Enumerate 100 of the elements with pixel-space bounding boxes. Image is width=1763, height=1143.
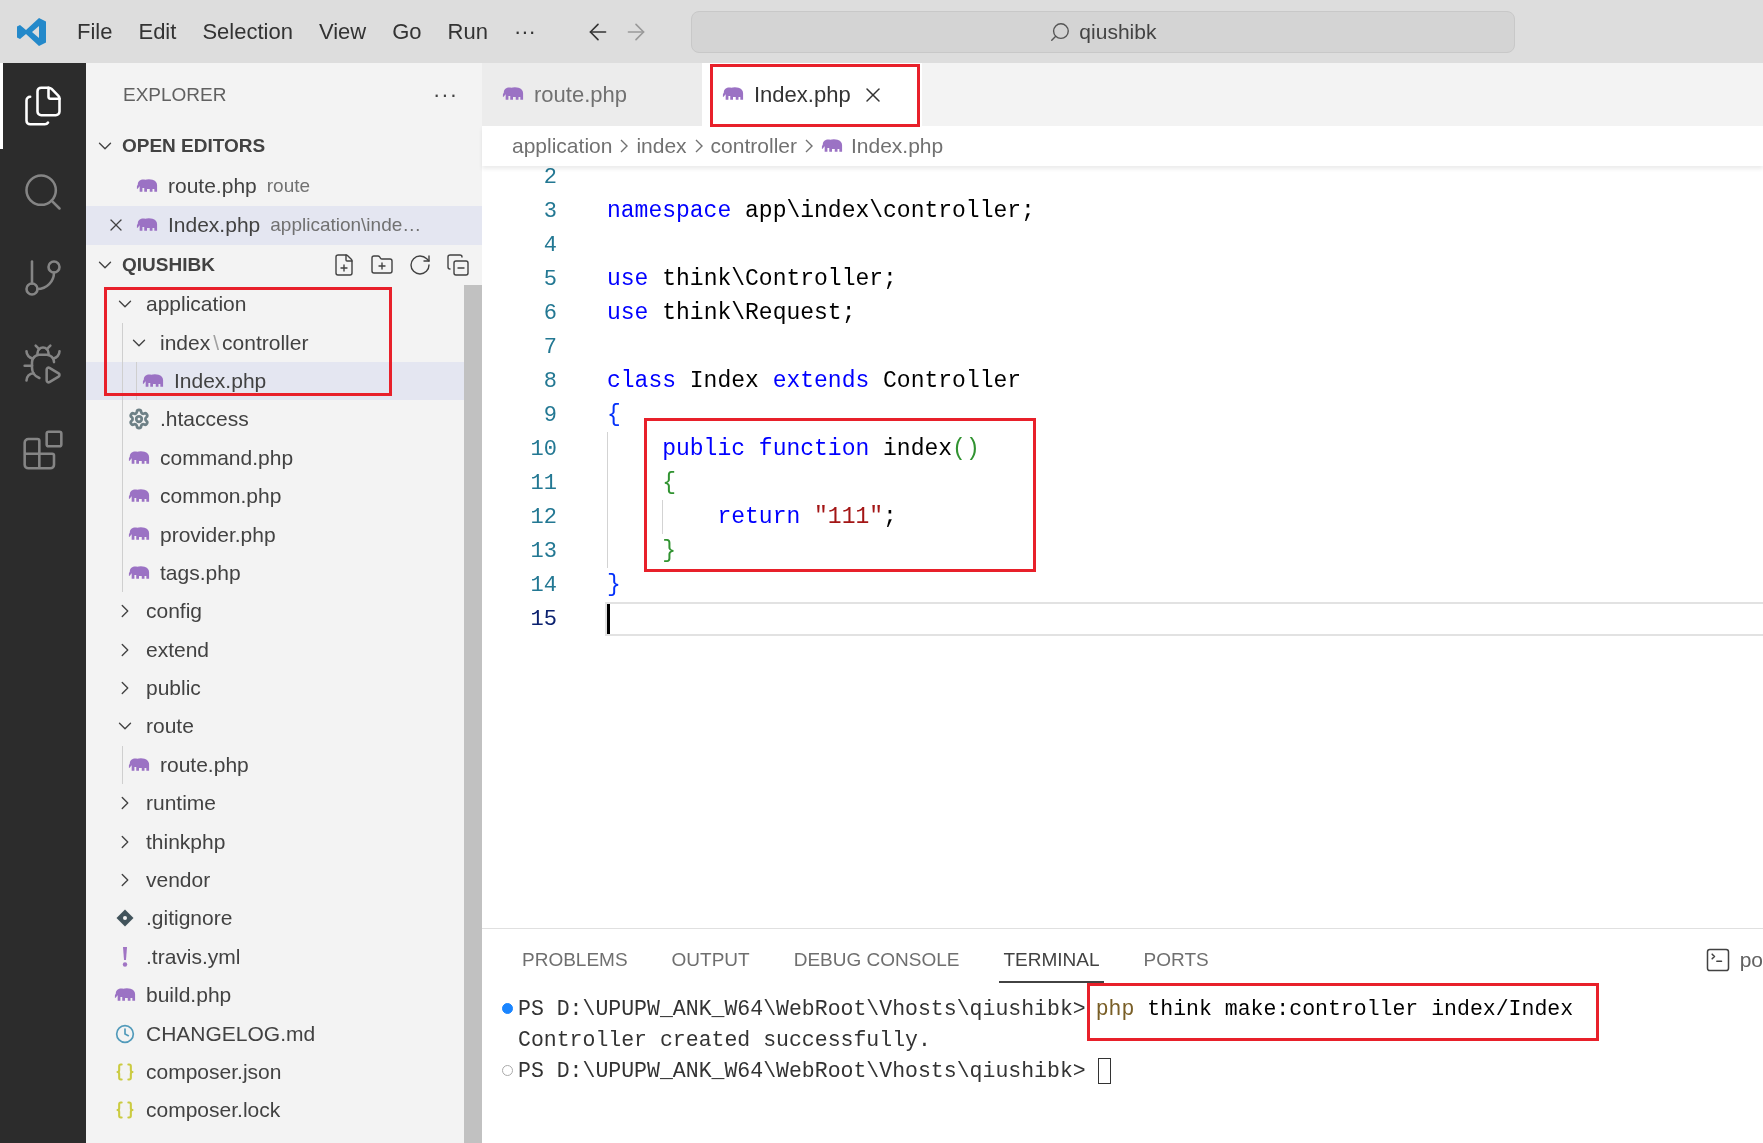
breadcrumb-item[interactable]: index bbox=[636, 134, 687, 158]
line-number: 15 bbox=[529, 606, 557, 632]
tree-item[interactable]: public bbox=[86, 668, 464, 708]
panel-tab[interactable]: OUTPUT bbox=[667, 937, 754, 983]
line-number: 8 bbox=[542, 368, 557, 394]
tree-item[interactable]: .htaccess bbox=[86, 400, 464, 439]
code-line: use think\Controller; bbox=[607, 266, 897, 292]
menu-item[interactable]: ··· bbox=[500, 18, 549, 45]
tree-item[interactable]: provider.php bbox=[86, 515, 464, 554]
new-file-icon[interactable] bbox=[332, 253, 356, 277]
php-elephant-icon bbox=[128, 487, 150, 505]
line-number: 11 bbox=[529, 470, 557, 496]
section-header[interactable]: QIUSHIBK bbox=[86, 245, 482, 285]
terminal-prompt: PS D:\UPUPW_ANK_W64\WebRoot\Vhosts\qiushibk> bbox=[518, 996, 1086, 1021]
tree-item[interactable]: .travis.yml bbox=[86, 937, 464, 977]
tree-item[interactable]: composer.lock bbox=[86, 1091, 464, 1130]
open-editor-item[interactable]: route.php route bbox=[86, 166, 482, 206]
tree-item[interactable]: common.php bbox=[86, 476, 464, 516]
tree-item[interactable]: .gitignore bbox=[86, 899, 464, 938]
code-line: return "111"; bbox=[716, 504, 897, 530]
sidebar-title: EXPLORER bbox=[123, 83, 227, 106]
line-number: 3 bbox=[542, 198, 557, 224]
code-line: } bbox=[607, 572, 621, 598]
php-elephant-icon bbox=[142, 372, 164, 390]
tree-item[interactable]: application bbox=[86, 285, 464, 324]
code-line: use think\Request; bbox=[607, 300, 856, 326]
breadcrumb-item[interactable]: controller bbox=[710, 134, 797, 158]
text-cursor bbox=[607, 604, 610, 634]
php-elephant-icon bbox=[502, 86, 524, 103]
clock-icon bbox=[115, 1023, 135, 1044]
tree-item[interactable]: route.php bbox=[86, 745, 464, 785]
tree-item[interactable]: thinkphp bbox=[86, 822, 464, 861]
tree-item[interactable]: route bbox=[86, 707, 464, 746]
exclamation-icon bbox=[120, 945, 130, 968]
line-number: 6 bbox=[542, 300, 557, 326]
tree-item[interactable]: composer.json bbox=[86, 1052, 464, 1092]
line-number: 7 bbox=[542, 334, 557, 360]
search-icon bbox=[1049, 20, 1072, 43]
line-number: 5 bbox=[542, 266, 557, 292]
section-header[interactable]: OPEN EDITORS bbox=[86, 126, 482, 166]
menu-item[interactable]: Edit bbox=[125, 18, 190, 45]
code-line: public function index() bbox=[661, 436, 980, 462]
tree-item[interactable]: command.php bbox=[86, 438, 464, 477]
line-number: 4 bbox=[542, 232, 557, 258]
php-elephant-icon bbox=[722, 86, 744, 103]
panel-tab[interactable]: DEBUG CONSOLE bbox=[789, 937, 964, 983]
shell-label[interactable]: po bbox=[1739, 948, 1763, 972]
gear-icon bbox=[128, 408, 150, 431]
collapse-all-icon[interactable] bbox=[446, 253, 470, 277]
line-number: 10 bbox=[529, 436, 557, 462]
php-elephant-icon bbox=[128, 756, 150, 774]
tree-item[interactable]: tags.php bbox=[86, 553, 464, 593]
tree-item[interactable]: CHANGELOG.md bbox=[86, 1014, 464, 1053]
tree-item[interactable]: vendor bbox=[86, 860, 464, 900]
panel-tab[interactable]: PORTS bbox=[1139, 937, 1213, 983]
menu-item[interactable]: Run bbox=[434, 18, 501, 45]
chevron-right-icon bbox=[620, 139, 629, 153]
extensions-icon bbox=[21, 428, 65, 472]
code-line: } bbox=[661, 538, 676, 564]
php-elephant-icon bbox=[136, 177, 158, 194]
new-folder-icon[interactable] bbox=[370, 253, 394, 277]
tree-item[interactable]: extend bbox=[86, 630, 464, 669]
code-line: { bbox=[607, 402, 621, 428]
refresh-icon[interactable] bbox=[408, 253, 432, 277]
php-elephant-icon bbox=[128, 449, 150, 466]
search-field[interactable]: qiushibk bbox=[690, 10, 1515, 53]
line-number: 12 bbox=[529, 504, 557, 530]
line-number: 13 bbox=[529, 538, 557, 564]
editor-logo bbox=[16, 15, 48, 48]
menu-item[interactable]: View bbox=[305, 18, 380, 45]
line-number: 9 bbox=[542, 402, 557, 428]
panel-tab[interactable]: PROBLEMS bbox=[518, 937, 632, 983]
panel-tab[interactable]: TERMINAL bbox=[999, 937, 1104, 983]
tree-item[interactable]: index\controller bbox=[86, 323, 464, 362]
menu-item[interactable]: Go bbox=[379, 18, 435, 45]
tree-item[interactable]: Index.php bbox=[86, 361, 464, 401]
menu-item[interactable]: File bbox=[64, 18, 126, 45]
braces-icon bbox=[115, 1100, 135, 1121]
tree-item[interactable]: config bbox=[86, 592, 464, 631]
tree-item[interactable]: build.php bbox=[86, 976, 464, 1015]
scrollbar[interactable] bbox=[464, 285, 482, 1143]
chevron-right-icon bbox=[805, 139, 813, 153]
chevron-right-icon bbox=[694, 139, 703, 153]
php-elephant-icon bbox=[821, 137, 843, 155]
breadcrumb-item[interactable]: application bbox=[512, 134, 613, 158]
editor-tab[interactable]: route.php bbox=[482, 63, 702, 126]
terminal-output: Controller created successfully. bbox=[518, 1027, 931, 1052]
line-number: 2 bbox=[542, 164, 557, 190]
terminal-command: php think make:controller index/Index bbox=[1095, 996, 1574, 1021]
menu-item[interactable]: Selection bbox=[189, 18, 306, 45]
php-elephant-icon bbox=[128, 526, 150, 543]
code-line: namespace app\index\controller; bbox=[607, 198, 1035, 224]
tree-item[interactable]: runtime bbox=[86, 784, 464, 823]
open-editor-item[interactable]: Index.php application\inde… bbox=[86, 205, 482, 245]
code-line: { bbox=[661, 470, 676, 496]
breadcrumb-item[interactable]: Index.php bbox=[851, 134, 944, 158]
terminal-prompt: PS D:\UPUPW_ANK_W64\WebRoot\Vhosts\qiushibk> bbox=[518, 1058, 1086, 1083]
more-actions[interactable]: ··· bbox=[433, 81, 458, 108]
editor-tab[interactable]: Index.php bbox=[702, 63, 922, 126]
line-number: 14 bbox=[529, 572, 557, 598]
